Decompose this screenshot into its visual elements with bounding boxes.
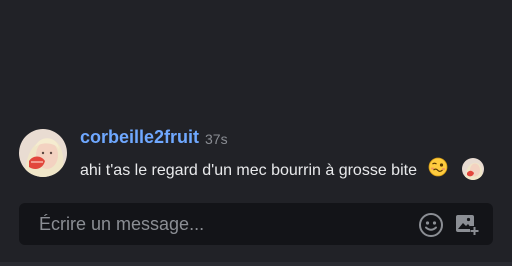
woozy-face-emoji-icon <box>428 157 448 177</box>
message-input[interactable] <box>39 203 399 245</box>
message-composer <box>19 203 493 245</box>
message-timestamp: 37s <box>205 131 228 147</box>
chat-message: corbeille2fruit 37s ahi t'as le regard d… <box>0 124 512 188</box>
chat-area: corbeille2fruit 37s ahi t'as le regard d… <box>0 0 512 196</box>
user-avatar[interactable] <box>19 129 67 177</box>
smiley-icon[interactable] <box>418 212 444 238</box>
message-text: ahi t'as le regard d'un mec bourrin à gr… <box>80 162 417 179</box>
message-username[interactable]: corbeille2fruit <box>80 127 199 148</box>
bottom-divider <box>0 262 512 266</box>
read-receipt-avatar <box>462 158 484 180</box>
add-image-icon[interactable] <box>455 212 479 236</box>
